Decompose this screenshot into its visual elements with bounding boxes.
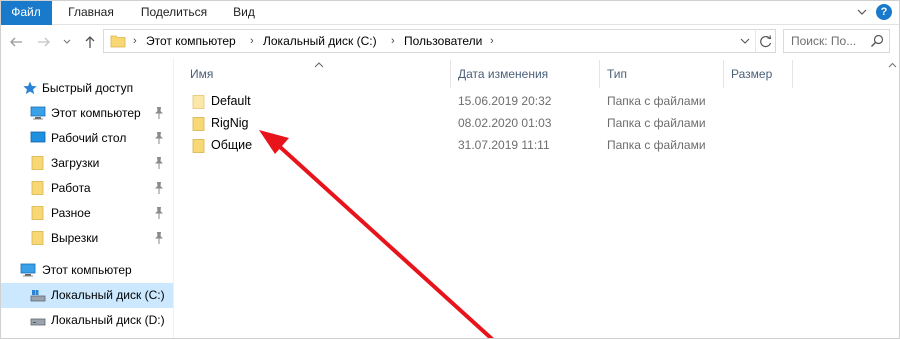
column-header-size[interactable]: Размер [731,67,772,81]
refresh-icon[interactable] [755,29,775,53]
breadcrumb-separator-icon[interactable]: › [490,30,494,52]
file-name: Общие [211,138,253,152]
recent-locations-chevron-icon[interactable] [62,34,72,50]
folder-icon [30,205,46,221]
file-type: Папка с файлами [607,116,706,130]
star-icon [22,80,38,96]
sidebar-item-work[interactable]: Работа [0,176,173,201]
sidebar-item-label: Этот компьютер [51,106,141,120]
desktop-icon [30,130,46,146]
folder-icon [30,230,46,246]
computer-icon [20,262,36,278]
column-divider[interactable] [723,60,724,88]
column-divider[interactable] [792,60,793,88]
column-header-date[interactable]: Дата изменения [458,67,548,81]
file-date: 08.02.2020 01:03 [458,116,552,130]
sidebar-item-this-pc[interactable]: Этот компьютер [0,258,173,283]
column-divider[interactable] [450,60,451,88]
sidebar-item-label: Разное [51,206,91,220]
file-name: RigNig [211,116,249,130]
navigation-pane: Быстрый доступ Этот компьютер Рабочий ст… [0,58,173,339]
sidebar-item-drive-d[interactable]: Локальный диск (D:) [0,308,173,333]
expand-ribbon-icon[interactable] [854,4,870,20]
search-input[interactable] [791,33,869,49]
up-arrow-icon[interactable] [82,34,98,50]
vertical-scrollbar[interactable] [885,58,900,339]
tab-view[interactable]: Вид [222,0,266,25]
file-date: 15.06.2019 20:32 [458,94,552,108]
sidebar-item-label: Этот компьютер [42,263,132,277]
sidebar-item-label: Вырезки [51,231,99,245]
sidebar-item-downloads[interactable]: Загрузки [0,151,173,176]
tab-share[interactable]: Поделиться [131,0,217,25]
sidebar-item-clippings[interactable]: Вырезки [0,226,173,251]
breadcrumb-separator-icon[interactable]: › [133,30,137,52]
navigation-bar: › Этот компьютер › Локальный диск (C:) ›… [0,26,900,58]
pin-icon[interactable] [153,156,165,170]
drive-icon [30,312,46,328]
sidebar-item-label: Работа [51,181,91,195]
file-list: Имя Дата изменения Тип Размер Default 15… [174,58,900,339]
table-row[interactable]: Общие 31.07.2019 11:11 Папка с файлами [174,135,900,157]
address-bar[interactable]: › Этот компьютер › Локальный диск (C:) ›… [103,29,776,53]
sidebar-item-quick-access[interactable]: Быстрый доступ [0,76,173,101]
sidebar-item-desktop[interactable]: Рабочий стол [0,126,173,151]
file-type: Папка с файлами [607,94,706,108]
address-dropdown-icon[interactable] [737,29,753,53]
ribbon-controls: ? [854,4,892,20]
folder-icon [192,116,206,135]
folder-icon [192,138,206,157]
pin-icon[interactable] [153,206,165,220]
folder-icon [110,34,126,51]
pin-icon[interactable] [153,106,165,120]
tab-home[interactable]: Главная [57,0,125,25]
file-name: Default [211,94,251,108]
file-date: 31.07.2019 11:11 [458,138,550,152]
file-type: Папка с файлами [607,138,706,152]
column-divider[interactable] [599,60,600,88]
sidebar-item-drive-c[interactable]: Локальный диск (C:) [0,283,173,308]
column-header-name[interactable]: Имя [190,67,213,81]
scroll-up-arrow-icon[interactable] [885,58,900,73]
table-row[interactable]: RigNig 08.02.2020 01:03 Папка с файлами [174,113,900,135]
pin-icon[interactable] [153,231,165,245]
column-headers: Имя Дата изменения Тип Размер [174,58,900,90]
sidebar-item-label: Рабочий стол [51,131,127,145]
sidebar-item-misc[interactable]: Разное [0,201,173,226]
folder-icon [30,180,46,196]
breadcrumb-this-pc[interactable]: Этот компьютер [146,30,236,52]
breadcrumb-users[interactable]: Пользователи [404,30,482,52]
computer-icon [30,105,46,121]
search-box[interactable] [783,29,890,53]
sidebar-item-this-pc-pinned[interactable]: Этот компьютер [0,101,173,126]
column-header-type[interactable]: Тип [607,67,627,81]
drive-icon [30,287,46,303]
sidebar-item-label: Локальный диск (C:) [51,288,165,302]
sidebar-item-label: Загрузки [51,156,100,170]
sidebar-item-label: Локальный диск (D:) [51,313,165,327]
search-icon[interactable] [870,34,884,51]
breadcrumb-local-disk-c[interactable]: Локальный диск (C:) [263,30,377,52]
back-arrow-icon[interactable] [8,34,24,50]
table-row[interactable]: Default 15.06.2019 20:32 Папка с файлами [174,91,900,113]
folder-icon [192,94,206,113]
folder-icon [30,155,46,171]
pin-icon[interactable] [153,181,165,195]
forward-arrow-icon[interactable] [36,34,52,50]
pin-icon[interactable] [153,131,165,145]
help-icon[interactable]: ? [876,4,892,20]
ribbon-tabs: Файл Главная Поделиться Вид ? [0,0,900,25]
breadcrumb-separator-icon[interactable]: › [391,30,395,52]
breadcrumb-separator-icon[interactable]: › [250,30,254,52]
sidebar-item-label: Быстрый доступ [42,81,134,95]
tab-file[interactable]: Файл [0,0,52,25]
